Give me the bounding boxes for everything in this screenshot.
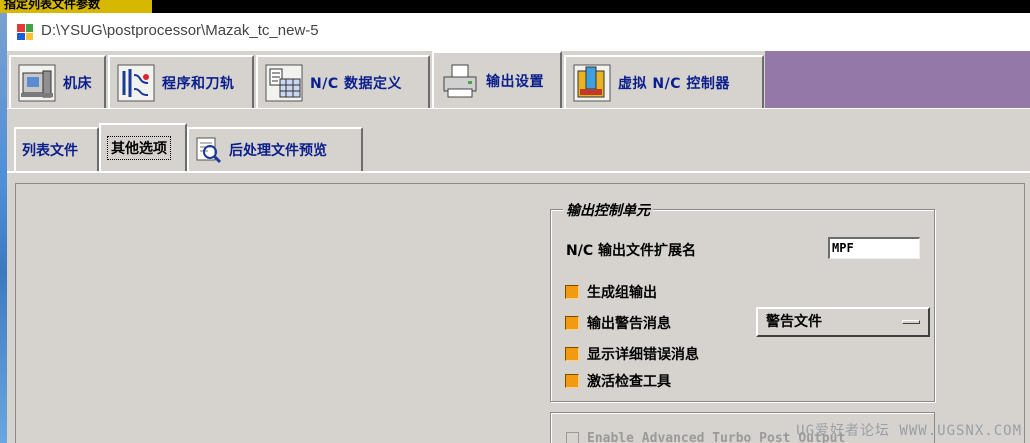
output-control-group-title: 输出控制单元 bbox=[563, 200, 653, 220]
magnifier-icon bbox=[195, 136, 223, 164]
tab-other-options[interactable]: 其他选项 bbox=[99, 123, 187, 171]
tab-nc-data-definition[interactable]: N/C 数据定义 bbox=[256, 55, 430, 108]
tab-output-settings[interactable]: 输出设置 bbox=[432, 51, 562, 109]
app-icon bbox=[17, 24, 33, 40]
warning-file-dropdown-value: 警告文件 bbox=[766, 314, 822, 330]
check-tool-checkbox[interactable] bbox=[565, 374, 579, 388]
nc-data-icon bbox=[264, 63, 304, 103]
warning-file-dropdown[interactable]: 警告文件 bbox=[756, 307, 930, 337]
dropdown-indicator-icon bbox=[902, 320, 920, 324]
detailed-errors-checkbox[interactable] bbox=[565, 347, 579, 361]
turbo-post-checkbox bbox=[566, 432, 579, 443]
window-titlebar[interactable]: D:\YSUG\postprocessor\Mazak_tc_new-5 bbox=[7, 13, 1030, 51]
background-window-title: 指定列表文件参数 bbox=[0, 0, 152, 13]
nc-extension-input[interactable]: MPF bbox=[828, 237, 920, 259]
group-output-checkbox[interactable] bbox=[565, 285, 579, 299]
printer-icon bbox=[440, 61, 480, 101]
option-output-warnings[interactable]: 输出警告消息 bbox=[565, 313, 671, 333]
tab-machine[interactable]: 机床 bbox=[9, 55, 106, 108]
desktop-edge bbox=[0, 13, 7, 443]
tab-program-toolpath[interactable]: 程序和刀轨 bbox=[108, 55, 254, 108]
nc-extension-label: N/C 输出文件扩展名 bbox=[566, 243, 696, 259]
option-group-output[interactable]: 生成组输出 bbox=[565, 282, 657, 302]
background-window-strip: 指定列表文件参数 bbox=[0, 0, 1030, 13]
virtual-controller-icon bbox=[572, 63, 612, 103]
watermark: UG爱好者论坛 WWW.UGSNX.COM bbox=[796, 423, 1022, 439]
option-check-tool[interactable]: 激活检查工具 bbox=[565, 371, 671, 391]
tab-virtual-nc-controller[interactable]: 虚拟 N/C 控制器 bbox=[564, 55, 764, 108]
tab-post-file-preview[interactable]: 后处理文件预览 bbox=[187, 127, 363, 171]
option-detailed-errors[interactable]: 显示详细错误消息 bbox=[565, 344, 699, 364]
output-warnings-checkbox[interactable] bbox=[565, 316, 579, 330]
tab-list-file[interactable]: 列表文件 bbox=[14, 127, 99, 171]
window-title: D:\YSUG\postprocessor\Mazak_tc_new-5 bbox=[41, 22, 319, 39]
machine-icon bbox=[17, 63, 57, 103]
program-toolpath-icon bbox=[116, 63, 156, 103]
